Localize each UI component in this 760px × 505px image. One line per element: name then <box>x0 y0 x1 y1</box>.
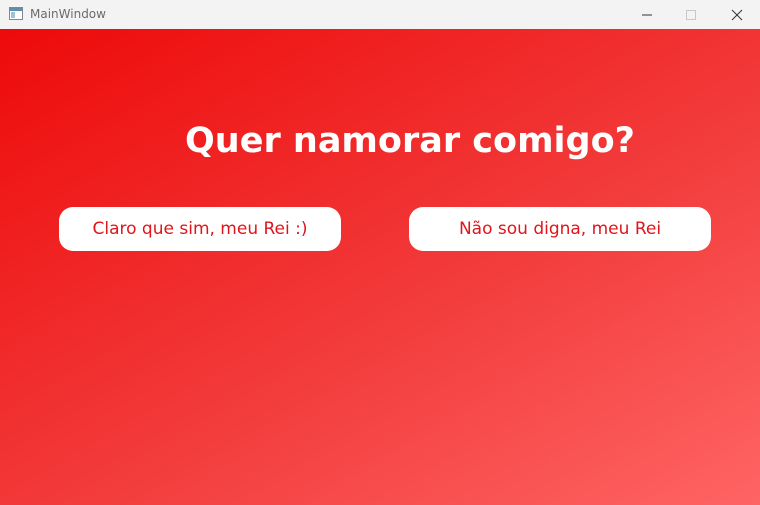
maximize-icon <box>686 9 696 20</box>
minimize-button[interactable] <box>624 0 670 29</box>
close-icon <box>731 9 743 20</box>
app-window-icon <box>9 7 23 20</box>
question-heading: Quer namorar comigo? <box>185 121 635 161</box>
client-area: Quer namorar comigo? Claro que sim, meu … <box>0 29 760 505</box>
close-button[interactable] <box>714 0 760 29</box>
minimize-icon <box>642 14 652 15</box>
title-bar[interactable]: MainWindow <box>0 0 760 29</box>
main-window: MainWindow Quer namorar comigo? Claro qu… <box>0 0 760 505</box>
yes-button[interactable]: Claro que sim, meu Rei :) <box>59 207 341 251</box>
no-button[interactable]: Não sou digna, meu Rei <box>409 207 711 251</box>
maximize-button[interactable] <box>668 0 714 29</box>
window-title: MainWindow <box>30 7 106 21</box>
